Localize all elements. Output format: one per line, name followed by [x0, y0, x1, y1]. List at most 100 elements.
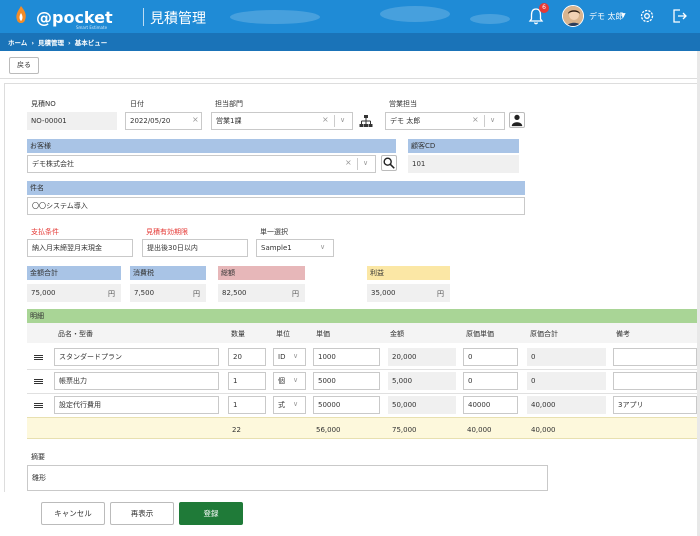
- amount-total-value: 75,000: [27, 284, 121, 302]
- row-divider: [27, 369, 697, 370]
- title-divider: [143, 8, 144, 26]
- row3-name-input[interactable]: 設定代行費用: [54, 396, 219, 414]
- drag-handle-icon[interactable]: [34, 355, 43, 360]
- org-chart-button[interactable]: [358, 113, 374, 129]
- toolbar: [0, 51, 700, 79]
- user-name[interactable]: デモ 太郎: [589, 11, 624, 22]
- row3-note-input[interactable]: 3アプリ: [613, 396, 697, 414]
- row1-cost-total: 0: [527, 348, 606, 366]
- row1-name-input[interactable]: スタンダードプラン: [54, 348, 219, 366]
- gear-icon[interactable]: [638, 7, 656, 25]
- grand-total-label: 総額: [218, 266, 305, 280]
- estimate-no-value: NO-00001: [27, 112, 117, 130]
- row3-cost-price-input[interactable]: 40000: [463, 396, 518, 414]
- header-decoration: [380, 6, 450, 22]
- row3-unit-chevron-down-icon[interactable]: ∨: [293, 400, 298, 408]
- org-chart-icon: [359, 115, 373, 127]
- subject-input[interactable]: 〇〇システム導入: [27, 197, 525, 215]
- sales-rep-label: 営業担当: [389, 100, 417, 108]
- col-price: 単価: [316, 330, 330, 338]
- row1-unit-chevron-down-icon[interactable]: ∨: [293, 352, 298, 360]
- row2-unit-select[interactable]: 個: [273, 372, 306, 390]
- date-label: 日付: [130, 100, 144, 108]
- payment-terms-label: 支払条件: [31, 228, 59, 236]
- avatar[interactable]: [562, 5, 584, 27]
- row1-cost-price-input[interactable]: 0: [463, 348, 518, 366]
- row2-cost-price-input[interactable]: 0: [463, 372, 518, 390]
- customer-select[interactable]: デモ株式会社: [27, 155, 376, 173]
- row3-price-input[interactable]: 50000: [313, 396, 380, 414]
- single-select-label: 単一選択: [260, 228, 288, 236]
- row1-qty-input[interactable]: 20: [228, 348, 266, 366]
- register-button[interactable]: 登録: [179, 502, 243, 525]
- total-qty: 22: [232, 426, 241, 434]
- validity-input[interactable]: 提出後30日以内: [142, 239, 248, 257]
- user-pick-button[interactable]: [509, 112, 525, 128]
- tax-unit: 円: [193, 290, 200, 298]
- col-cost-price: 原価単価: [466, 330, 494, 338]
- profit-label: 利益: [367, 266, 450, 280]
- col-name: 品名・型番: [58, 330, 93, 338]
- grand-total-unit: 円: [292, 290, 299, 298]
- profit-unit: 円: [437, 290, 444, 298]
- row2-unit-chevron-down-icon[interactable]: ∨: [293, 376, 298, 384]
- date-clear-icon[interactable]: ×: [192, 115, 199, 124]
- breadcrumb-estimates[interactable]: 見積管理: [38, 39, 64, 47]
- row2-name-input[interactable]: 帳票出力: [54, 372, 219, 390]
- row3-unit-select[interactable]: 式: [273, 396, 306, 414]
- single-select-chevron-down-icon[interactable]: ∨: [320, 243, 325, 251]
- customer-select-divider: [357, 158, 358, 170]
- logo-subtext: Smart Estimate: [76, 25, 108, 30]
- dept-select[interactable]: 営業1課: [211, 112, 353, 130]
- sales-rep-chevron-down-icon[interactable]: ∨: [490, 116, 495, 124]
- drag-handle-icon[interactable]: [34, 379, 43, 384]
- remarks-textarea[interactable]: 雛形: [27, 465, 548, 491]
- tax-label: 消費税: [130, 266, 206, 280]
- cancel-button[interactable]: キャンセル: [41, 502, 105, 525]
- back-button[interactable]: 戻る: [9, 57, 39, 74]
- customer-cd-label: 顧客CD: [408, 139, 519, 153]
- logo-icon: [16, 6, 26, 23]
- sales-rep-select-divider: [484, 115, 485, 127]
- dept-label: 担当部門: [215, 100, 243, 108]
- validity-label: 見積有効期限: [146, 228, 188, 236]
- user-menu-caret-icon[interactable]: ▼: [621, 12, 626, 19]
- row3-amount: 50,000: [388, 396, 456, 414]
- customer-chevron-down-icon[interactable]: ∨: [363, 159, 368, 167]
- row2-price-input[interactable]: 5000: [313, 372, 380, 390]
- row3-qty-input[interactable]: 1: [228, 396, 266, 414]
- details-header-row: [27, 323, 697, 343]
- breadcrumb-home[interactable]: ホーム: [8, 39, 27, 47]
- payment-terms-input[interactable]: 納入月末締翌月末現金: [27, 239, 133, 257]
- sales-rep-select[interactable]: デモ 太郎: [385, 112, 505, 130]
- dept-chevron-down-icon[interactable]: ∨: [340, 116, 345, 124]
- dept-select-divider: [334, 115, 335, 127]
- amount-total-unit: 円: [108, 290, 115, 298]
- date-input[interactable]: 2022/05/20: [125, 112, 202, 130]
- total-amount: 75,000: [392, 426, 417, 434]
- notification-badge: 6: [539, 3, 549, 13]
- dept-clear-icon[interactable]: ×: [322, 115, 329, 124]
- row1-note-input[interactable]: [613, 348, 697, 366]
- customer-label: お客様: [27, 139, 396, 153]
- row2-amount: 5,000: [388, 372, 456, 390]
- logout-icon[interactable]: [670, 7, 688, 25]
- estimate-no-label: 見積NO: [31, 100, 56, 108]
- subject-label: 件名: [27, 181, 525, 195]
- customer-clear-icon[interactable]: ×: [345, 158, 352, 167]
- redisplay-button[interactable]: 再表示: [110, 502, 174, 525]
- customer-search-button[interactable]: [381, 155, 397, 171]
- breadcrumb-basic-view: 基本ビュー: [74, 39, 108, 47]
- row2-note-input[interactable]: [613, 372, 697, 390]
- user-icon: [511, 114, 523, 127]
- details-section-label: 明細: [27, 309, 697, 323]
- row1-unit-select[interactable]: ID: [273, 348, 306, 366]
- row1-amount: 20,000: [388, 348, 456, 366]
- drag-handle-icon[interactable]: [34, 403, 43, 408]
- header-decoration: [230, 10, 320, 24]
- row2-qty-input[interactable]: 1: [228, 372, 266, 390]
- sales-rep-clear-icon[interactable]: ×: [472, 115, 479, 124]
- search-icon: [383, 157, 395, 169]
- row1-price-input[interactable]: 1000: [313, 348, 380, 366]
- total-price: 56,000: [316, 426, 341, 434]
